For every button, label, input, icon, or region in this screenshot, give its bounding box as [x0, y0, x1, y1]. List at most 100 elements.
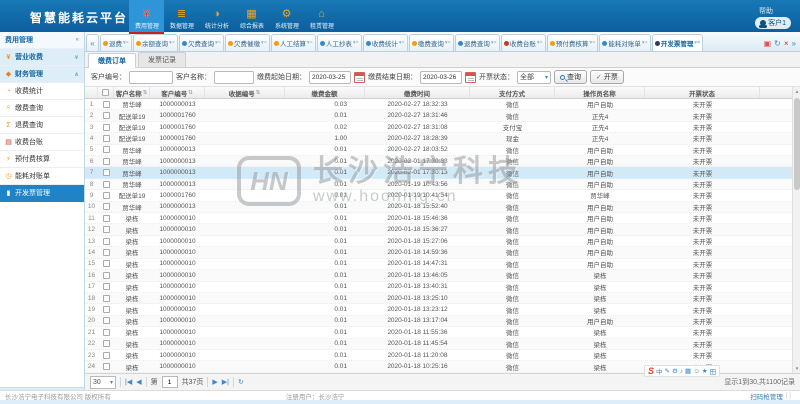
tab-开发票管理[interactable]: 开发票管理 ▾× [651, 34, 704, 51]
table-row[interactable]: 5 贾华峰 1000000013 0.01 2020-02-27 18:03:52 微信 用… [85, 144, 792, 157]
tab-close-icon[interactable]: ▾× [445, 40, 451, 46]
scanner-manage-link[interactable]: 扫码枪管理 [750, 391, 783, 401]
tab-人工抄表[interactable]: 人工抄表 ▾× [316, 34, 362, 51]
user-button[interactable]: 客户1 [755, 17, 791, 29]
table-row[interactable]: 19 梁栋 1000000010 0.01 2020-01-18 13:23:12 微信 梁… [85, 304, 792, 316]
scroll-tabs-left-icon[interactable]: « [86, 34, 99, 51]
row-checkbox[interactable] [102, 169, 110, 177]
end-date-input[interactable] [420, 70, 462, 84]
header-开票状态[interactable]: 开票状态 [645, 87, 760, 98]
row-checkbox[interactable] [102, 363, 110, 371]
page-number-input[interactable] [161, 376, 178, 388]
tab-close-icon[interactable]: ▾× [491, 40, 497, 46]
nav-item-费用管理[interactable]: ¥ 费用管理 [129, 0, 164, 32]
tab-close-icon[interactable]: ▾× [353, 40, 359, 46]
tab-close-icon[interactable]: ▾× [537, 40, 543, 46]
row-checkbox[interactable] [102, 100, 110, 108]
table-row[interactable]: 20 梁栋 1000000010 0.01 2020-01-18 13:17:04 微信 用… [85, 315, 792, 328]
row-checkbox[interactable] [102, 328, 110, 336]
customer-no-input[interactable] [129, 70, 173, 84]
row-checkbox[interactable] [102, 157, 110, 165]
header-收据编号[interactable]: 收据编号 ⇅ [205, 87, 285, 98]
refresh-icon[interactable]: ↻ [238, 378, 244, 386]
row-checkbox[interactable] [102, 214, 110, 222]
table-row[interactable]: 16 梁栋 1000000010 0.01 2020-01-18 13:46:05 微信 梁… [85, 270, 792, 282]
table-row[interactable]: 13 梁栋 1000000010 0.01 2020-01-18 15:27:06 微信 用… [85, 235, 792, 248]
row-checkbox[interactable] [102, 146, 110, 154]
header-缴费金额[interactable]: 缴费金额 [285, 87, 365, 98]
sidebar-section-财务管理[interactable]: ◆ 财务管理 ∧ [0, 66, 84, 83]
tab-close-icon[interactable]: ▾× [642, 40, 648, 46]
sidebar-item-能耗对账单[interactable]: ◷ 能耗对账单 [0, 168, 84, 185]
create-invoice-button[interactable]: ✓ 开票 [590, 70, 624, 84]
nav-item-综合报表[interactable]: ▦ 综合报表 [234, 0, 269, 32]
row-checkbox[interactable] [102, 237, 110, 245]
tab-close-icon[interactable]: ▾× [589, 40, 595, 46]
collapse-sidebar-icon[interactable]: « [76, 37, 79, 43]
table-row[interactable]: 6 贾华峰 1000000013 0.01 2020-02-01 17:30:33 微信 用… [85, 156, 792, 168]
sidebar-item-缴费查询[interactable]: ⌕ 缴费查询 [0, 100, 84, 117]
scroll-up-icon[interactable]: ▲ [793, 87, 800, 96]
row-checkbox[interactable] [102, 351, 110, 359]
select-all-checkbox[interactable] [102, 89, 109, 96]
table-row[interactable]: 15 梁栋 1000000010 0.01 2020-01-18 14:47:31 微信 用… [85, 258, 792, 271]
row-checkbox[interactable] [102, 340, 110, 348]
help-link[interactable]: 帮助 [759, 6, 773, 16]
table-row[interactable]: 17 梁栋 1000000010 0.01 2020-01-18 13:40:31 微信 梁… [85, 281, 792, 293]
row-checkbox[interactable] [102, 123, 110, 131]
tab-退费查询[interactable]: 退费查询 ▾× [454, 34, 500, 51]
table-row[interactable]: 8 贾华峰 1000000013 0.01 2020-01-19 10:43:56 微信 用… [85, 178, 792, 191]
tab-close-icon[interactable]: ▾× [169, 40, 175, 46]
tab-余额查询[interactable]: 余额查询 ▾× [132, 34, 178, 51]
table-row[interactable]: 18 梁栋 1000000010 0.01 2020-01-18 13:25:10 微信 梁… [85, 292, 792, 305]
calendar-icon[interactable] [465, 71, 476, 83]
tab-close-icon[interactable]: ▾× [215, 40, 221, 46]
first-page-button[interactable]: |◀ [125, 378, 132, 386]
last-page-button[interactable]: ▶| [222, 378, 229, 386]
calendar-icon[interactable] [354, 71, 365, 83]
row-checkbox[interactable] [102, 203, 110, 211]
sort-icon[interactable]: ⇅ [256, 90, 261, 96]
tab-close-icon[interactable]: ▾× [261, 40, 267, 46]
row-checkbox[interactable] [102, 134, 110, 142]
inner-tab-发票记录[interactable]: 发票记录 [138, 52, 186, 67]
tab-人工结算[interactable]: 人工结算 ▾× [270, 34, 316, 51]
row-checkbox[interactable] [102, 191, 110, 199]
header-操作员名称[interactable]: 操作员名称 [555, 87, 645, 98]
tab-收费统计[interactable]: 收费统计 ▾× [362, 34, 408, 51]
table-row[interactable]: 3 配送单19 1000001760 0.02 2020-02-27 18:31:08 支… [85, 121, 792, 134]
tab-能耗对账单[interactable]: 能耗对账单 ▾× [599, 34, 651, 51]
tab-欠费催缴[interactable]: 欠费催缴 ▾× [224, 34, 270, 51]
row-checkbox[interactable] [102, 306, 110, 314]
sidebar-item-开发票管理[interactable]: ▮ 开发票管理 [0, 185, 84, 202]
sogou-logo-icon[interactable]: S [648, 366, 654, 376]
tab-close-icon[interactable]: ▾× [307, 40, 313, 46]
keyboard-icon[interactable]: ▦ [685, 367, 691, 375]
tab-预付费核算[interactable]: 预付费核算 ▾× [546, 34, 599, 51]
table-row[interactable]: 2 配送单19 1000001760 0.01 2020-02-27 18:31:46 微… [85, 110, 792, 122]
table-row[interactable]: 9 配送单19 1000001760 0.01 2020-01-19 10:41:54 微… [85, 190, 792, 202]
row-checkbox[interactable] [102, 260, 110, 268]
table-row[interactable]: 10 贾华峰 1000000013 0.01 2020-01-18 15:52:40 微信… [85, 201, 792, 214]
tab-close-icon[interactable]: ▾× [123, 40, 129, 46]
table-row[interactable]: 14 梁栋 1000000010 0.01 2020-01-18 14:59:36 微信 用… [85, 247, 792, 259]
table-row[interactable]: 12 梁栋 1000000010 0.01 2020-01-18 15:36:27 微信 用… [85, 224, 792, 236]
sidebar-item-退费查询[interactable]: Σ 退费查询 [0, 117, 84, 134]
close-icon[interactable]: × [784, 40, 789, 48]
table-row[interactable]: 7 贾华峰 1000000013 0.01 2020-02-01 17:30:13 微信 用… [85, 167, 792, 179]
sidebar-section-营业收费[interactable]: ¥ 营业收费 ∨ [0, 49, 84, 66]
page-size-select[interactable]: 30 ▾ [90, 375, 116, 389]
tab-收费台账[interactable]: 收费台账 ▾× [500, 34, 546, 51]
row-checkbox[interactable] [102, 226, 110, 234]
fav-icon[interactable]: ★ [702, 367, 708, 375]
header-缴费时间[interactable]: 缴费时间 [365, 87, 470, 98]
table-row[interactable]: 23 梁栋 1000000010 0.01 2020-01-18 11:20:08 微信 梁… [85, 349, 792, 362]
table-row[interactable]: 1 贾华峰 1000000013 0.03 2020-02-27 18:32:33 微信 用… [85, 99, 792, 111]
tab-close-icon[interactable]: ▾× [399, 40, 405, 46]
hand-icon[interactable]: ☺ [693, 368, 700, 375]
row-checkbox[interactable] [102, 294, 110, 302]
nav-item-租赁管理[interactable]: ⌂ 租赁管理 [304, 0, 339, 32]
invoice-status-select[interactable]: 全部 ▾ [517, 70, 551, 84]
prev-page-button[interactable]: ◀ [136, 378, 141, 386]
nav-item-统计分析[interactable]: ◑ 统计分析 [199, 0, 234, 32]
